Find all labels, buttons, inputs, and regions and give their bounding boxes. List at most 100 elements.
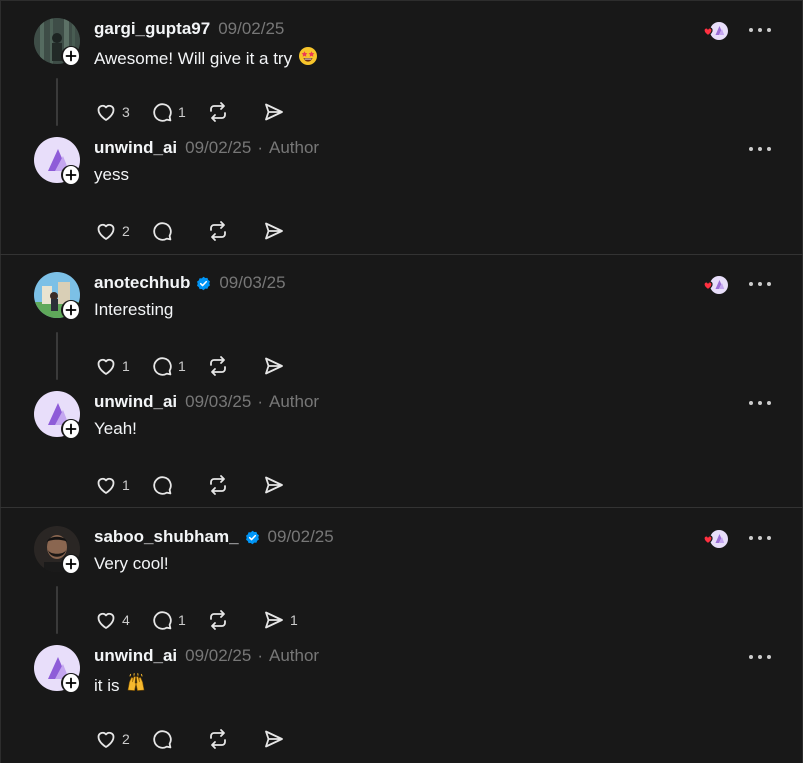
like-button[interactable]: 2	[94, 727, 130, 751]
avatar[interactable]	[34, 137, 81, 185]
post-date[interactable]: 09/03/25	[219, 273, 285, 293]
like-count: 1	[122, 358, 130, 374]
comment-icon	[153, 476, 172, 495]
post-actions: 4 1 1	[94, 608, 318, 632]
send-icon	[265, 222, 283, 240]
star-struck-emoji-icon	[298, 46, 318, 71]
repost-icon	[210, 729, 226, 749]
reply-button[interactable]: 1	[150, 100, 186, 124]
follow-plus-icon[interactable]	[61, 554, 81, 574]
post-text-content: Yeah!	[94, 419, 137, 438]
username[interactable]: unwind_ai	[94, 392, 177, 412]
like-button[interactable]: 1	[94, 473, 130, 497]
post-text-content: yess	[94, 165, 129, 184]
comment-icon	[153, 611, 172, 630]
author-label: Author	[268, 646, 320, 665]
repost-button[interactable]	[206, 354, 242, 378]
share-button[interactable]	[262, 473, 298, 497]
username[interactable]: saboo_shubham_	[94, 527, 239, 547]
separator-dot: ·	[257, 392, 263, 411]
avatar[interactable]	[34, 18, 81, 66]
more-options-button[interactable]	[749, 401, 771, 407]
repost-button[interactable]	[206, 608, 242, 632]
send-icon	[265, 357, 283, 375]
reply-button[interactable]: 1	[150, 608, 186, 632]
post-text-content: Interesting	[94, 300, 174, 319]
post-actions: 1 1	[94, 354, 318, 378]
follow-plus-icon[interactable]	[61, 673, 81, 693]
share-count: 1	[290, 612, 298, 628]
repost-icon	[210, 475, 226, 495]
share-button[interactable]	[262, 219, 298, 243]
username[interactable]: anotechhub	[94, 273, 190, 293]
heart-icon	[97, 731, 115, 748]
reply-button[interactable]: 1	[150, 354, 186, 378]
liked-by-author-icon	[701, 528, 729, 550]
repost-icon	[210, 221, 226, 241]
thread-connector	[56, 332, 58, 380]
post-date[interactable]: 09/02/25	[185, 646, 251, 666]
reply-count: 1	[178, 358, 186, 374]
more-options-button[interactable]	[749, 655, 771, 661]
share-button[interactable]	[262, 727, 298, 751]
share-button[interactable]	[262, 354, 298, 378]
follow-plus-icon[interactable]	[61, 419, 81, 439]
post-text: yess	[94, 165, 129, 185]
send-icon	[265, 476, 283, 494]
post-text-content: it is	[94, 675, 120, 695]
author-reply-post: unwind_ai 09/02/25 · Author yess 2	[0, 137, 803, 255]
author-reply-post: unwind_ai 09/02/25 · Author it is 2	[0, 645, 803, 763]
username[interactable]: gargi_gupta97	[94, 19, 210, 39]
repost-icon	[210, 102, 226, 122]
more-options-button[interactable]	[749, 282, 771, 288]
comment-icon	[153, 357, 172, 376]
heart-icon	[97, 477, 115, 494]
avatar[interactable]	[34, 645, 81, 693]
verified-badge-icon	[197, 276, 211, 290]
share-button[interactable]	[262, 100, 298, 124]
heart-icon	[97, 223, 115, 240]
follow-plus-icon[interactable]	[61, 46, 81, 66]
send-icon	[265, 103, 283, 121]
like-button[interactable]: 2	[94, 219, 130, 243]
separator-dot: ·	[257, 138, 263, 157]
heart-icon	[97, 612, 115, 629]
post-date[interactable]: 09/02/25	[218, 19, 284, 39]
repost-button[interactable]	[206, 473, 242, 497]
follow-plus-icon[interactable]	[61, 300, 81, 320]
heart-icon	[97, 104, 115, 121]
post-actions: 3 1	[94, 100, 318, 124]
username[interactable]: unwind_ai	[94, 138, 177, 158]
like-button[interactable]: 3	[94, 100, 130, 124]
reply-button[interactable]	[150, 219, 186, 243]
comment-icon	[153, 222, 172, 241]
like-button[interactable]: 4	[94, 608, 130, 632]
like-button[interactable]: 1	[94, 354, 130, 378]
share-button[interactable]: 1	[262, 608, 298, 632]
like-count: 1	[122, 477, 130, 493]
post-date[interactable]: 09/03/25	[185, 392, 251, 412]
author-label: Author	[268, 138, 320, 157]
post-date[interactable]: 09/02/25	[268, 527, 334, 547]
more-options-button[interactable]	[749, 147, 771, 153]
like-count: 2	[122, 731, 130, 747]
repost-button[interactable]	[206, 100, 242, 124]
post-text: it is	[94, 673, 146, 698]
repost-button[interactable]	[206, 219, 242, 243]
more-options-button[interactable]	[749, 536, 771, 542]
repost-icon	[210, 356, 226, 376]
repost-button[interactable]	[206, 727, 242, 751]
reply-button[interactable]	[150, 473, 186, 497]
post-date[interactable]: 09/02/25	[185, 138, 251, 158]
separator-dot: ·	[257, 646, 263, 665]
avatar[interactable]	[34, 526, 81, 574]
post-text: Very cool!	[94, 554, 169, 574]
avatar[interactable]	[34, 272, 81, 320]
avatar[interactable]	[34, 391, 81, 439]
reply-post: anotechhub 09/03/25 Interesting 1 1	[0, 272, 803, 390]
username[interactable]: unwind_ai	[94, 646, 177, 666]
reply-button[interactable]	[150, 727, 186, 751]
more-options-button[interactable]	[749, 28, 771, 34]
like-count: 3	[122, 104, 130, 120]
follow-plus-icon[interactable]	[61, 165, 81, 185]
